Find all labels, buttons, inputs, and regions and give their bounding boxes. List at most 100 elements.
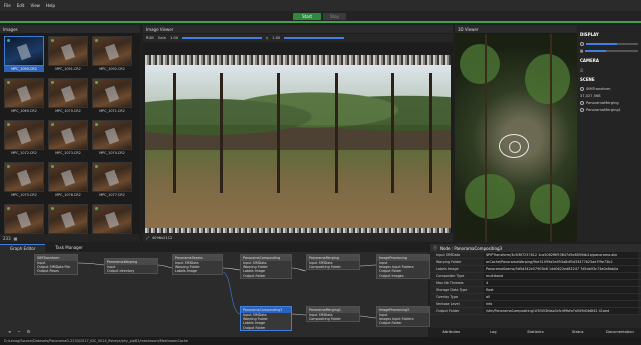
attribute-value[interactable]: float bbox=[484, 287, 638, 293]
tab-log[interactable]: Log bbox=[472, 328, 514, 337]
tree-trunk bbox=[550, 34, 552, 242]
thumbnail-label: MPC_1075.CR2 bbox=[11, 193, 37, 197]
graph-node[interactable]: PanoramaWarping Input Output directory bbox=[104, 258, 158, 275]
stop-button[interactable]: Stop bbox=[323, 13, 346, 20]
attribute-value[interactable]: 4 bbox=[484, 280, 638, 286]
graph-node[interactable]: ImageProcessing3 Input Images Input Folder… bbox=[376, 306, 430, 327]
image-thumbnail[interactable]: MPC_1072.CR2 bbox=[4, 120, 44, 157]
attribute-value[interactable]: all bbox=[484, 294, 638, 300]
thumbnail-image bbox=[92, 162, 132, 192]
attribute-label: Verbose Level bbox=[436, 302, 460, 306]
menu-file[interactable]: File bbox=[4, 3, 11, 8]
viewer-toolbar: RGB Gain 1.00 γ 1.00 bbox=[143, 34, 453, 42]
scene-item-panoramamerging1[interactable]: PanoramaMerging1 bbox=[586, 108, 621, 112]
attribute-value[interactable]: PanoramaSeams/5d5d342e57903b8 1dd0622ed8… bbox=[484, 266, 638, 272]
menu-help[interactable]: Help bbox=[46, 3, 55, 8]
node-attributes-panel: ⓘ Node : PanoramaCompositing3 Input SfMD… bbox=[430, 244, 641, 337]
graph-node[interactable]: ImageProcessing Input Images Input Folders… bbox=[376, 254, 430, 279]
eye-icon[interactable] bbox=[580, 41, 584, 46]
graph-node[interactable]: PanoramaCompositing3 Input SfMData Warping… bbox=[240, 306, 292, 331]
settings-icon[interactable]: ⚙ bbox=[27, 329, 31, 337]
scene-item-sfmtransform[interactable]: SfMTransform bbox=[586, 87, 611, 91]
attribute-label: Input SfMData bbox=[436, 253, 461, 257]
image-thumbnail[interactable]: MPC_1071.CR2 bbox=[92, 78, 132, 115]
gamma-slider[interactable] bbox=[284, 37, 345, 39]
node-port[interactable]: Output Folder bbox=[377, 321, 429, 325]
image-thumbnail[interactable]: MPC_1069.CR2 bbox=[4, 78, 44, 115]
visibility-icon[interactable] bbox=[580, 86, 584, 91]
grid-icon[interactable]: ▦ bbox=[14, 236, 18, 241]
menu-edit[interactable]: Edit bbox=[17, 3, 25, 8]
attribute-value[interactable]: $PIPTransform/3c5f8f7237612 1ca5062f6f53… bbox=[484, 252, 638, 258]
graph-node[interactable]: SfMTransform Input Output SfMData File Outp… bbox=[34, 254, 78, 275]
image-thumbnail[interactable]: MPC_1091.CR2 bbox=[48, 36, 88, 73]
node-port[interactable]: Output Images bbox=[377, 274, 429, 278]
attribute-label: Warping Folder bbox=[436, 260, 462, 264]
node-port[interactable]: Output directory bbox=[105, 269, 157, 273]
image-thumbnail[interactable]: MPC_1077.CR2 bbox=[92, 162, 132, 199]
grid-icon[interactable]: ▦ bbox=[580, 49, 583, 53]
image-thumbnail[interactable]: MPC_1073.CR2 bbox=[48, 120, 88, 157]
camera-icon[interactable]: ◫ bbox=[580, 68, 583, 72]
tree-trunk bbox=[391, 73, 394, 193]
tab-status[interactable]: Status bbox=[557, 328, 599, 337]
thumbnail-image bbox=[92, 36, 132, 66]
image-thumbnail[interactable]: MPC_1070.CR2 bbox=[48, 78, 88, 115]
graph-node[interactable]: PanoramaMerging1 Input SfMData Compositing… bbox=[306, 306, 360, 323]
thumbnail-label: MPC_1076.CR2 bbox=[55, 193, 81, 197]
point-size-slider[interactable] bbox=[586, 42, 638, 45]
visibility-icon[interactable] bbox=[580, 100, 584, 105]
zoom-out-icon[interactable]: − bbox=[17, 329, 20, 337]
tab-statistics[interactable]: Statistics bbox=[514, 328, 556, 337]
status-dot-icon bbox=[51, 207, 54, 210]
fit-icon[interactable]: ⤢ bbox=[146, 236, 149, 240]
status-dot-icon bbox=[95, 39, 98, 42]
graph-node[interactable]: PanoramaMerging Input SfMData Compositing … bbox=[306, 254, 360, 271]
gamma-value[interactable]: 1.00 bbox=[272, 36, 280, 40]
tab-attributes[interactable]: Attributes bbox=[430, 328, 472, 337]
camera-heading: CAMERA bbox=[580, 58, 599, 63]
visibility-icon[interactable] bbox=[580, 107, 584, 112]
thumbnail-image bbox=[4, 36, 44, 66]
node-port[interactable]: Output Folder bbox=[241, 274, 291, 278]
image-thumbnail[interactable]: MPC_1092.CR2 bbox=[92, 36, 132, 73]
node-port[interactable]: Output Folder bbox=[241, 326, 291, 330]
image-thumbnail[interactable]: MPC_1074.CR2 bbox=[92, 120, 132, 157]
tab-documentation[interactable]: Documentation bbox=[599, 328, 641, 337]
start-button[interactable]: Start bbox=[293, 13, 321, 20]
tree-trunk bbox=[335, 73, 338, 193]
image-thumbnail[interactable]: MPC_1075.CR2 bbox=[4, 162, 44, 199]
view-mode-select[interactable]: RGB bbox=[146, 36, 154, 40]
tree-trunk bbox=[485, 34, 487, 242]
node-port[interactable]: Labels Image bbox=[173, 269, 222, 273]
attribute-value[interactable]: multiband bbox=[484, 273, 638, 279]
attribute-label: Output Folder bbox=[436, 309, 460, 313]
opacity-slider[interactable] bbox=[585, 49, 638, 52]
attribute-row: Labels Image PanoramaSeams/5d5d342e57903b… bbox=[430, 266, 641, 273]
gain-slider[interactable] bbox=[182, 37, 263, 39]
gain-value[interactable]: 1.00 bbox=[170, 36, 178, 40]
thumbnail-label: MPC_1073.CR2 bbox=[55, 151, 81, 155]
node-port[interactable]: Compositing Folder bbox=[307, 317, 359, 321]
gain-label: Gain bbox=[157, 36, 167, 40]
node-port[interactable]: Compositing Folder bbox=[307, 265, 359, 269]
graph-node[interactable]: PanoramaSeams Input SfMData Warping Folder… bbox=[172, 254, 223, 275]
panorama-image[interactable] bbox=[145, 55, 451, 237]
node-port[interactable]: Output Poses bbox=[35, 269, 77, 273]
menu-view[interactable]: View bbox=[30, 3, 40, 8]
image-thumbnail[interactable]: MPC_1076.CR2 bbox=[48, 162, 88, 199]
graph-node[interactable]: PanoramaCompositing Input SfMData Warping … bbox=[240, 254, 292, 279]
scene-item-panoramamerging[interactable]: PanoramaMerging bbox=[586, 101, 619, 105]
3d-scene[interactable] bbox=[455, 34, 577, 242]
image-thumbnail[interactable]: MPC_1090.CR2 bbox=[4, 36, 44, 73]
thumbnail-label: MPC_1091.CR2 bbox=[55, 67, 81, 71]
attribute-value[interactable]: /sfm/PanoramaCompositing/1f3f453fdaa3cfc… bbox=[484, 308, 638, 314]
images-panel: Images MPC_1090.CR2 MPC_1091.CR2 MPC_1092.… bbox=[0, 25, 140, 242]
image-viewer-title: Image Viewer bbox=[143, 25, 453, 33]
attribute-value[interactable]: info bbox=[484, 301, 638, 307]
camera-gizmo[interactable] bbox=[499, 134, 529, 158]
attribute-value[interactable]: orCache/PanoramaWarping/9bc51099a5a953a8… bbox=[484, 259, 638, 265]
attribute-row: Warping Folder orCache/PanoramaWarping/9b… bbox=[430, 259, 641, 266]
menu-icon[interactable]: ≡ bbox=[8, 329, 11, 337]
gamma-icon: γ bbox=[266, 36, 269, 40]
